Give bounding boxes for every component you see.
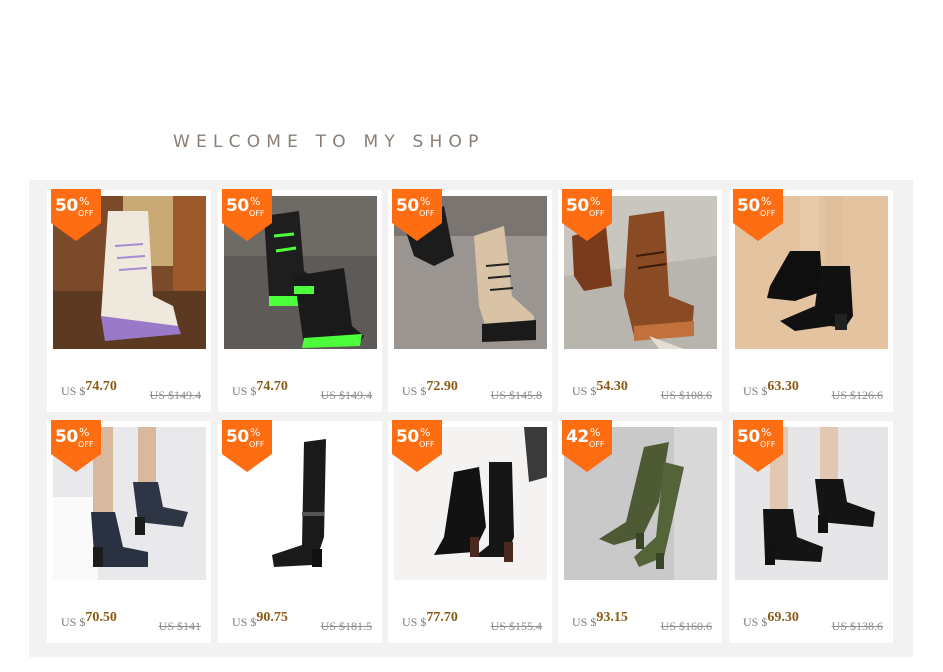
- sale-price: US $90.75: [232, 610, 288, 629]
- original-price: US $126.6: [831, 388, 883, 402]
- original-price: US $145.8: [490, 388, 542, 402]
- original-price: US $181.5: [320, 619, 372, 633]
- product-card[interactable]: 50 % OFF US $72.90 US $145.8: [388, 189, 552, 412]
- discount-badge: 50 % OFF: [222, 420, 272, 472]
- shop-welcome-heading: WELCOME TO MY SHOP: [173, 132, 485, 152]
- sale-price: US $63.30: [743, 379, 799, 398]
- original-price: US $149.4: [320, 388, 372, 402]
- discount-badge: 50 % OFF: [733, 189, 783, 241]
- discount-badge: 50 % OFF: [392, 189, 442, 241]
- discount-badge: 50 % OFF: [51, 189, 101, 241]
- product-card[interactable]: 42 % OFF US $93.15 US $160.6: [558, 420, 722, 643]
- discount-badge: 42 % OFF: [562, 420, 612, 472]
- product-grid: 50 % OFF US $74.70 US $149.4 50 % OFF US…: [29, 180, 913, 657]
- discount-badge: 50 % OFF: [562, 189, 612, 241]
- product-card[interactable]: 50 % OFF US $70.50 US $141: [47, 420, 211, 643]
- product-card[interactable]: 50 % OFF US $54.30 US $108.6: [558, 189, 722, 412]
- product-card[interactable]: 50 % OFF US $69.30 US $138.6: [729, 420, 893, 643]
- discount-badge: 50 % OFF: [733, 420, 783, 472]
- original-price: US $149.4: [149, 388, 201, 402]
- sale-price: US $93.15: [572, 610, 628, 629]
- product-card[interactable]: 50 % OFF US $74.70 US $149.4: [47, 189, 211, 412]
- product-card[interactable]: 50 % OFF US $90.75 US $181.5: [218, 420, 382, 643]
- product-card[interactable]: 50 % OFF US $63.30 US $126.6: [729, 189, 893, 412]
- product-card[interactable]: 50 % OFF US $77.70 US $155.4: [388, 420, 552, 643]
- product-card[interactable]: 50 % OFF US $74.70 US $149.4: [218, 189, 382, 412]
- original-price: US $141: [158, 619, 201, 633]
- original-price: US $108.6: [660, 388, 712, 402]
- original-price: US $155.4: [490, 619, 542, 633]
- discount-badge: 50 % OFF: [222, 189, 272, 241]
- sale-price: US $74.70: [232, 379, 288, 398]
- sale-price: US $72.90: [402, 379, 458, 398]
- sale-price: US $54.30: [572, 379, 628, 398]
- discount-badge: 50 % OFF: [392, 420, 442, 472]
- sale-price: US $77.70: [402, 610, 458, 629]
- discount-badge: 50 % OFF: [51, 420, 101, 472]
- original-price: US $138.6: [831, 619, 883, 633]
- sale-price: US $69.30: [743, 610, 799, 629]
- sale-price: US $74.70: [61, 379, 117, 398]
- original-price: US $160.6: [660, 619, 712, 633]
- sale-price: US $70.50: [61, 610, 117, 629]
